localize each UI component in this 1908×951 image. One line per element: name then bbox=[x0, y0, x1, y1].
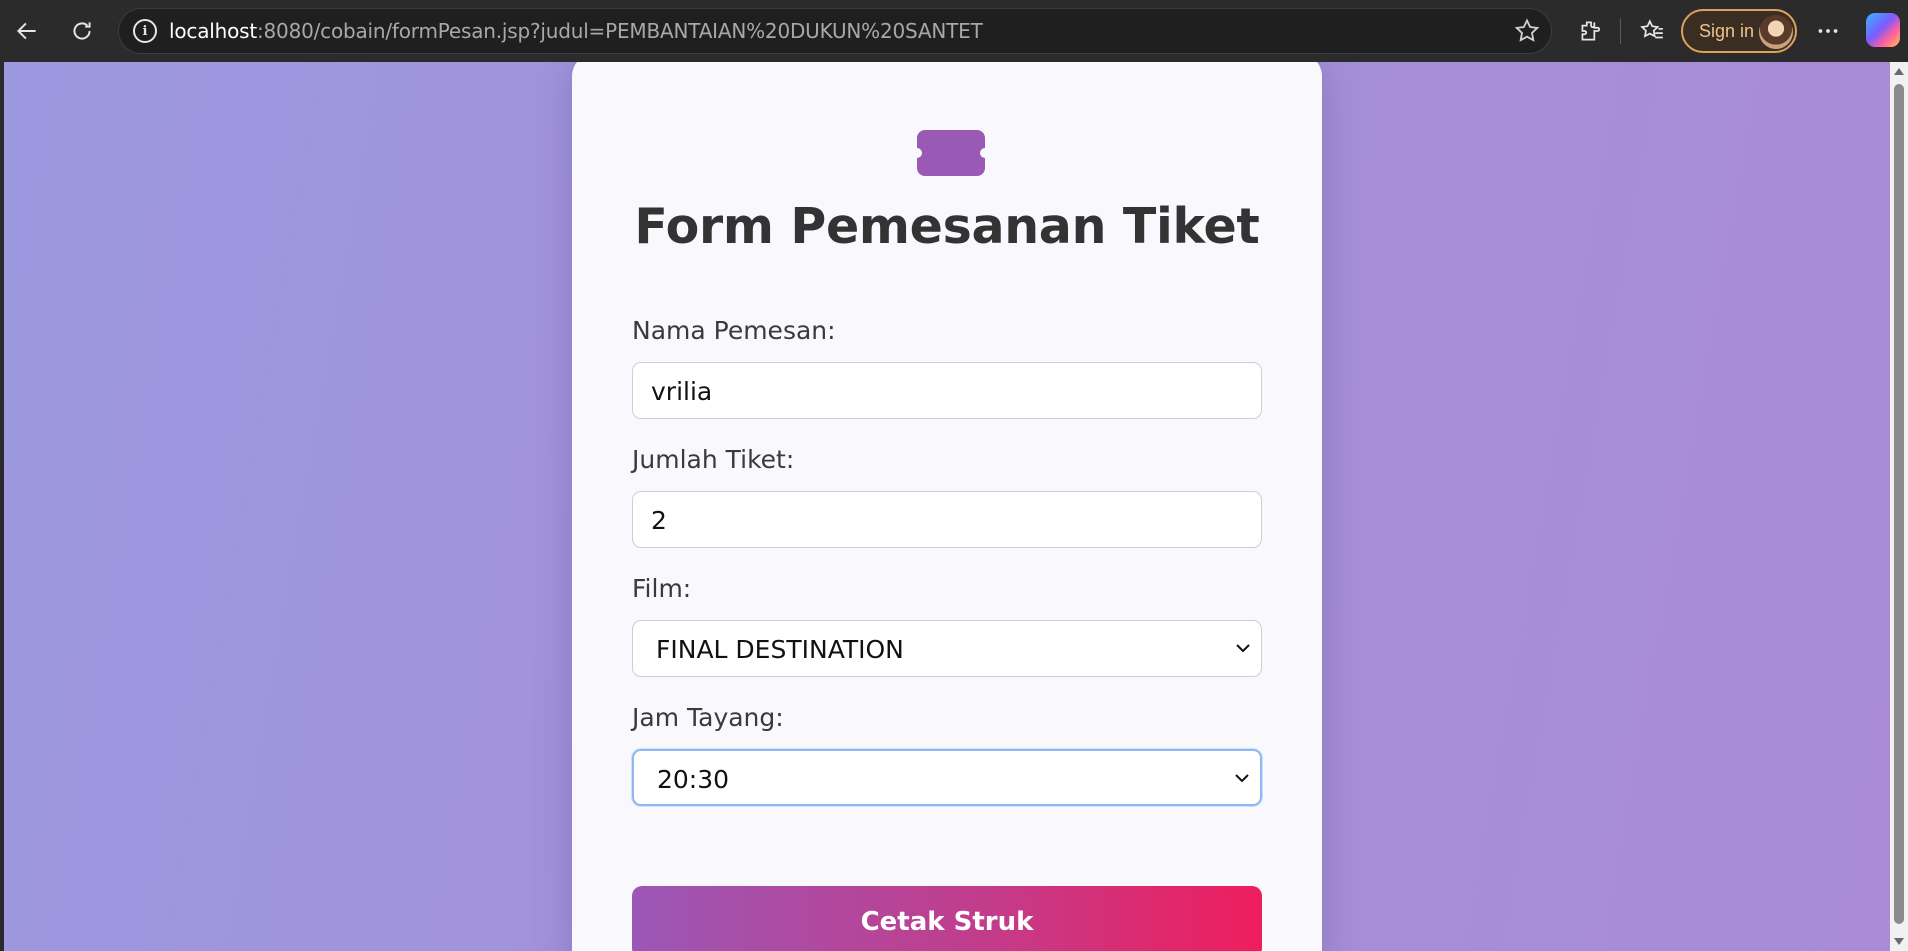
sign-in-label: Sign in bbox=[1699, 21, 1755, 41]
scroll-down-icon[interactable] bbox=[1894, 938, 1904, 945]
refresh-icon[interactable] bbox=[62, 11, 102, 51]
name-label: Nama Pemesan: bbox=[632, 316, 836, 345]
favorite-star-icon[interactable] bbox=[1513, 17, 1541, 45]
address-bar[interactable]: i localhost:8080/cobain/formPesan.jsp?ju… bbox=[118, 8, 1552, 54]
qty-input[interactable]: 2 bbox=[632, 491, 1262, 548]
time-select[interactable]: 20:30 bbox=[632, 749, 1262, 806]
qty-label: Jumlah Tiket: bbox=[632, 445, 795, 474]
url-path: :8080/cobain/formPesan.jsp?judul=PEMBANT… bbox=[256, 19, 983, 43]
ticket-icon bbox=[917, 130, 985, 176]
order-form-card: Form Pemesanan Tiket Nama Pemesan: vrili… bbox=[572, 62, 1322, 951]
print-receipt-button[interactable]: Cetak Struk bbox=[632, 886, 1262, 951]
favorites-icon[interactable] bbox=[1632, 11, 1672, 51]
copilot-icon[interactable] bbox=[1866, 13, 1900, 47]
scroll-thumb[interactable] bbox=[1894, 84, 1904, 924]
browser-toolbar: i localhost:8080/cobain/formPesan.jsp?ju… bbox=[0, 0, 1908, 62]
film-label: Film: bbox=[632, 574, 692, 603]
time-select-value: 20:30 bbox=[657, 765, 730, 794]
page-background: Form Pemesanan Tiket Nama Pemesan: vrili… bbox=[4, 62, 1890, 951]
url-host: localhost bbox=[169, 19, 257, 43]
vertical-scrollbar[interactable] bbox=[1890, 62, 1908, 951]
chevron-down-icon bbox=[1235, 774, 1249, 783]
avatar bbox=[1759, 15, 1793, 49]
scroll-up-icon[interactable] bbox=[1894, 68, 1904, 75]
film-select[interactable]: FINAL DESTINATION bbox=[632, 620, 1262, 677]
toolbar-divider bbox=[1620, 18, 1621, 44]
film-select-value: FINAL DESTINATION bbox=[656, 635, 904, 664]
name-input[interactable]: vrilia bbox=[632, 362, 1262, 419]
qty-input-value: 2 bbox=[651, 506, 667, 535]
more-icon[interactable] bbox=[1808, 11, 1848, 51]
back-icon[interactable] bbox=[7, 11, 47, 51]
time-label: Jam Tayang: bbox=[632, 703, 784, 732]
url-text[interactable]: localhost:8080/cobain/formPesan.jsp?judu… bbox=[169, 19, 983, 43]
name-input-value: vrilia bbox=[651, 377, 713, 406]
info-icon[interactable]: i bbox=[133, 19, 157, 43]
chevron-down-icon bbox=[1236, 644, 1250, 653]
page-title: Form Pemesanan Tiket bbox=[634, 198, 1260, 255]
sign-in-button[interactable]: Sign in bbox=[1681, 9, 1797, 53]
extensions-icon[interactable] bbox=[1570, 11, 1610, 51]
